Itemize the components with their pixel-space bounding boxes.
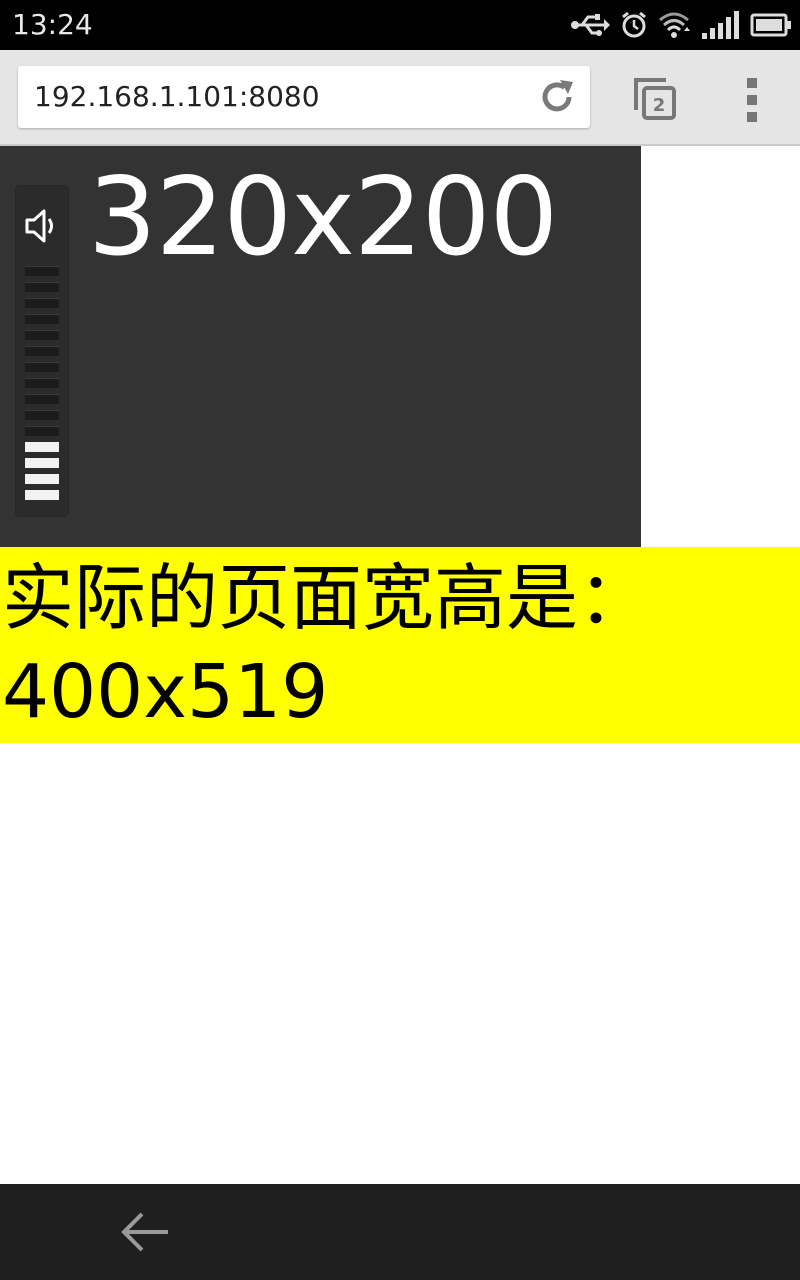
- page-size-value: 400x519: [2, 649, 329, 735]
- volume-bar-inactive[interactable]: [25, 378, 59, 388]
- browser-toolbar: 192.168.1.101:8080 2: [0, 50, 800, 146]
- alarm-icon: [622, 11, 646, 38]
- volume-bar-inactive[interactable]: [25, 314, 59, 324]
- battery-icon: [750, 13, 791, 37]
- volume-bar-inactive[interactable]: [25, 282, 59, 292]
- tabs-icon[interactable]: 2: [628, 72, 684, 128]
- status-bar: 13:24: [0, 0, 800, 50]
- speaker-icon[interactable]: [24, 206, 60, 246]
- volume-level-bars[interactable]: [25, 266, 59, 506]
- volume-bar-inactive[interactable]: [25, 346, 59, 356]
- page-size-info: 实际的页面宽高是： 400x519: [0, 547, 800, 743]
- volume-bar-active[interactable]: [25, 458, 59, 468]
- url-bar[interactable]: 192.168.1.101:8080: [18, 66, 590, 128]
- volume-bar-inactive[interactable]: [25, 394, 59, 404]
- volume-bar-inactive[interactable]: [25, 362, 59, 372]
- tab-count: 2: [653, 95, 666, 116]
- reload-icon[interactable]: [536, 76, 578, 118]
- usb-icon: [571, 14, 610, 36]
- navigation-bar: [0, 1184, 800, 1280]
- video-player[interactable]: 320x200: [0, 146, 641, 547]
- url-text[interactable]: 192.168.1.101:8080: [34, 78, 320, 116]
- volume-bar-active[interactable]: [25, 442, 59, 452]
- tabs-button[interactable]: 2: [628, 72, 684, 128]
- volume-bar-inactive[interactable]: [25, 298, 59, 308]
- volume-bar-active[interactable]: [25, 474, 59, 484]
- back-arrow-icon[interactable]: [112, 1206, 176, 1258]
- overflow-menu-icon[interactable]: [736, 72, 768, 128]
- wifi-icon: [659, 12, 690, 38]
- status-time: 13:24: [12, 8, 93, 41]
- volume-bar-inactive[interactable]: [25, 330, 59, 340]
- volume-control[interactable]: [16, 186, 68, 516]
- volume-bar-inactive[interactable]: [25, 410, 59, 420]
- overflow-menu-button[interactable]: [736, 72, 768, 128]
- page-size-label: 实际的页面宽高是：: [2, 556, 651, 640]
- video-size-label: 320x200: [88, 155, 558, 280]
- volume-bar-inactive[interactable]: [25, 426, 59, 436]
- signal-icon: [702, 11, 739, 39]
- volume-bar-active[interactable]: [25, 490, 59, 500]
- status-icons: [570, 8, 792, 42]
- volume-bar-inactive[interactable]: [25, 266, 59, 276]
